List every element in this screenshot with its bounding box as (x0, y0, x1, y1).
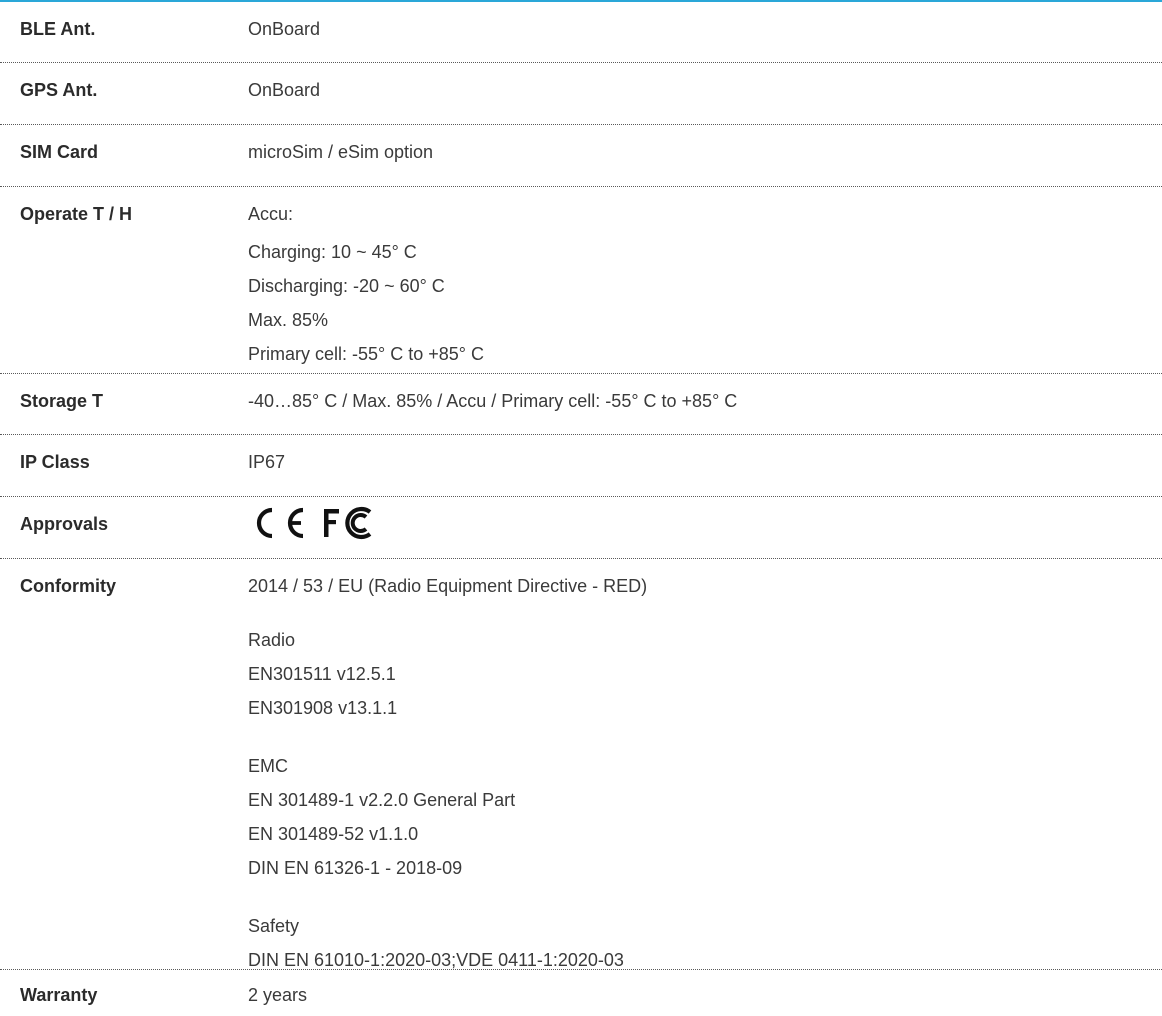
spec-label: BLE Ant. (20, 19, 96, 39)
spec-value-line: Max. 85% (248, 310, 329, 330)
spec-label: Conformity (20, 576, 116, 596)
spec-label: SIM Card (20, 142, 99, 162)
spec-value: -40…85° C / Max. 85% / Accu / Primary ce… (248, 388, 1162, 422)
spec-row-ip-class: IP Class IP67 (0, 435, 1162, 497)
spec-value-line: EN301511 v12.5.1 (248, 664, 396, 684)
spec-value-line: EN301908 v13.1.1 (248, 698, 398, 718)
spec-row-warranty: Warranty 2 years (0, 970, 1162, 1016)
spec-label: IP Class (20, 452, 90, 472)
spec-value-line: Accu: (248, 204, 294, 224)
spec-label: Approvals (20, 514, 109, 534)
spec-value-line: Radio (248, 630, 296, 650)
conformity-group-emc: EMC EN 301489-1 v2.2.0 General Part EN 3… (248, 749, 1162, 885)
spec-label: GPS Ant. (20, 80, 98, 100)
spec-row-operate-temp-humidity: Operate T / H Accu: Charging: 10 ~ 45° C… (0, 187, 1162, 374)
conformity-group-safety: Safety DIN EN 61010-1:2020-03;VDE 0411-1… (248, 909, 1162, 977)
spec-value: OnBoard (248, 77, 1162, 111)
ce-mark-icon (248, 505, 306, 541)
conformity-group-directive: 2014 / 53 / EU (Radio Equipment Directiv… (248, 573, 1162, 599)
spec-value-line: 2014 / 53 / EU (Radio Equipment Directiv… (248, 576, 648, 596)
spec-row-conformity: Conformity 2014 / 53 / EU (Radio Equipme… (0, 559, 1162, 970)
spec-value-line: -40…85° C / Max. 85% / Accu / Primary ce… (248, 391, 738, 411)
spec-value-line: OnBoard (248, 19, 321, 39)
spec-value-line: EN 301489-1 v2.2.0 General Part (248, 790, 516, 810)
spec-table: BLE Ant. OnBoard GPS Ant. OnBoard SIM Ca… (0, 2, 1162, 1016)
fcc-logo-icon (322, 505, 382, 541)
spec-value-line: Primary cell: -55° C to +85° C (248, 344, 484, 364)
spec-value-line: Discharging: -20 ~ 60° C (248, 276, 445, 296)
spec-value: IP67 (248, 449, 1162, 483)
spec-value (248, 506, 1162, 541)
spec-value-line: DIN EN 61326-1 - 2018-09 (248, 858, 463, 878)
spec-value-line: Charging: 10 ~ 45° C (248, 242, 417, 262)
spec-value-line: 2 years (248, 985, 308, 1005)
spec-value: 2014 / 53 / EU (Radio Equipment Directiv… (248, 573, 1162, 977)
spec-label: Storage T (20, 391, 104, 411)
spec-label: Warranty (20, 985, 98, 1005)
spec-value-line: EN 301489-52 v1.1.0 (248, 824, 419, 844)
spec-value-line: EMC (248, 756, 288, 776)
spec-value-line: OnBoard (248, 80, 321, 100)
spec-value-line: Safety (248, 916, 300, 936)
spec-value: OnBoard (248, 16, 1162, 50)
spec-row-gps-antenna: GPS Ant. OnBoard (0, 63, 1162, 125)
spec-row-approvals: Approvals (0, 497, 1162, 559)
spec-row-storage-temp: Storage T -40…85° C / Max. 85% / Accu / … (0, 374, 1162, 435)
spec-value-line: IP67 (248, 452, 286, 472)
conformity-group-radio: Radio EN301511 v12.5.1 EN301908 v13.1.1 (248, 623, 1162, 725)
spec-row-sim-card: SIM Card microSim / eSim option (0, 125, 1162, 187)
spec-row-ble-antenna: BLE Ant. OnBoard (0, 2, 1162, 63)
approval-marks (248, 505, 1162, 541)
spec-value: Accu: Charging: 10 ~ 45° C Discharging: … (248, 201, 1162, 371)
spec-value-line: microSim / eSim option (248, 142, 434, 162)
spec-label: Operate T / H (20, 204, 133, 224)
spec-value: 2 years (248, 982, 1162, 1016)
spec-value: microSim / eSim option (248, 139, 1162, 173)
